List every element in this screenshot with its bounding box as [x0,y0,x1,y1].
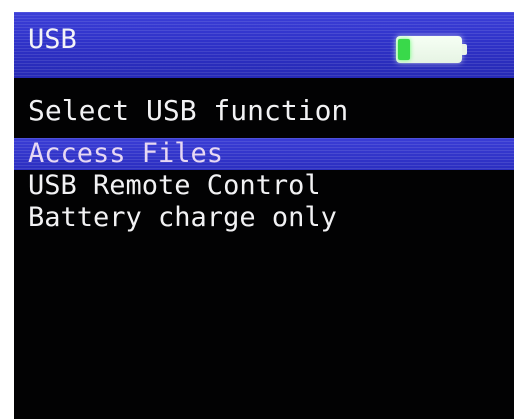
battery-terminal [462,44,467,55]
device-bezel: USB Select USB function Access Files USB… [0,0,522,419]
title-bar: USB [14,12,514,78]
lcd-screen: USB Select USB function Access Files USB… [14,12,514,419]
prompt-text: Select USB function [28,94,349,127]
usb-function-menu: Access Files USB Remote Control Battery … [14,138,514,234]
menu-item-usb-remote-control[interactable]: USB Remote Control [14,170,514,202]
battery-icon [396,36,467,63]
screen-title: USB [28,24,77,55]
menu-item-label: Battery charge only [28,202,337,233]
menu-item-access-files[interactable]: Access Files [14,138,514,170]
battery-level-fill [398,39,410,60]
menu-item-label: Access Files [28,138,224,169]
menu-item-label: USB Remote Control [28,170,321,201]
battery-body [396,36,462,63]
menu-item-battery-charge-only[interactable]: Battery charge only [14,202,514,234]
